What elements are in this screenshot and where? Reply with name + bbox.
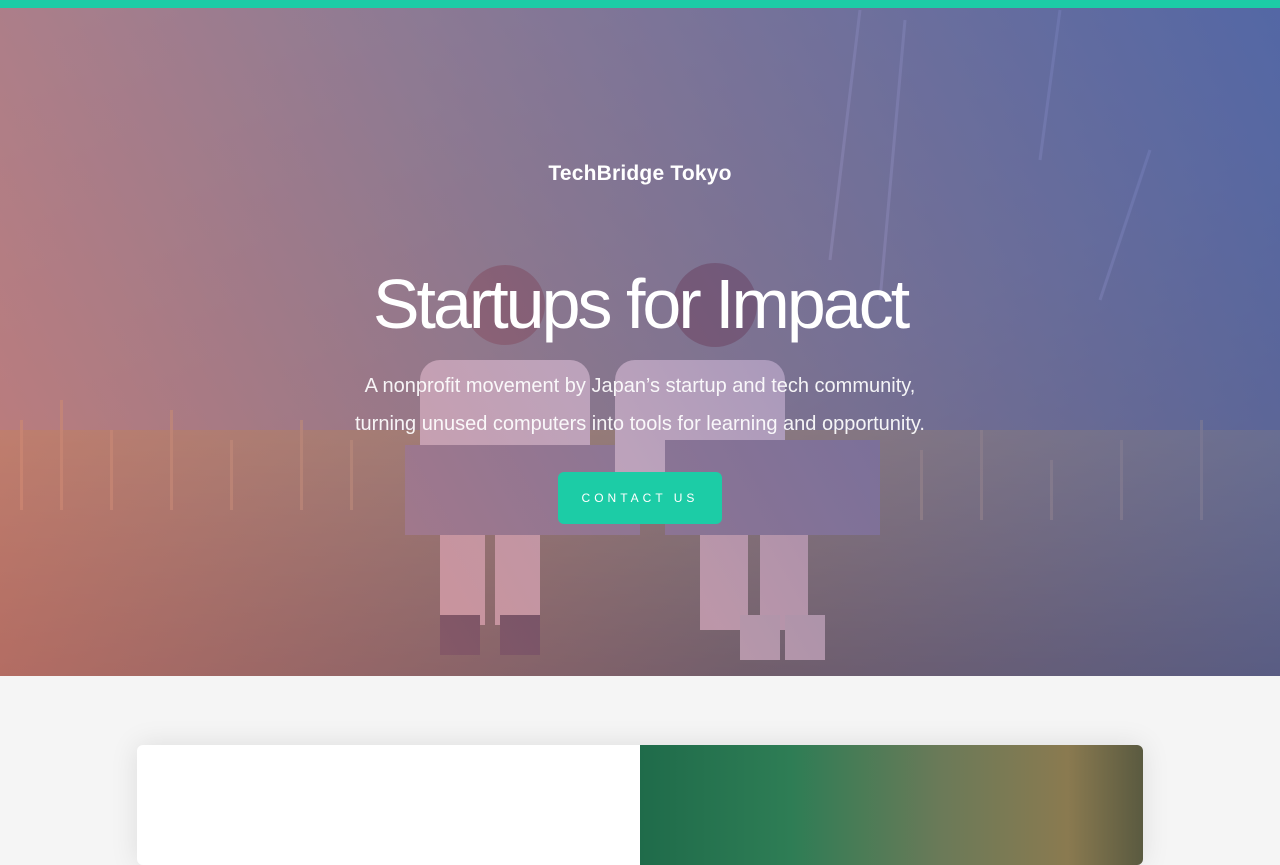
brand-name: TechBridge Tokyo (548, 162, 732, 185)
feature-card (137, 745, 1143, 865)
contact-us-button[interactable]: CONTACT US (558, 472, 722, 524)
hero-content: TechBridge Tokyo Startups for Impact A n… (0, 0, 1280, 676)
feature-card-image (640, 745, 1143, 865)
hero-subline-2: turning unused computers into tools for … (355, 413, 925, 435)
top-accent-bar (0, 0, 1280, 8)
hero-headline: Startups for Impact (372, 265, 910, 343)
hero-subline-1: A nonprofit movement by Japan’s startup … (364, 375, 916, 397)
hero-section: TechBridge Tokyo Startups for Impact A n… (0, 0, 1280, 676)
